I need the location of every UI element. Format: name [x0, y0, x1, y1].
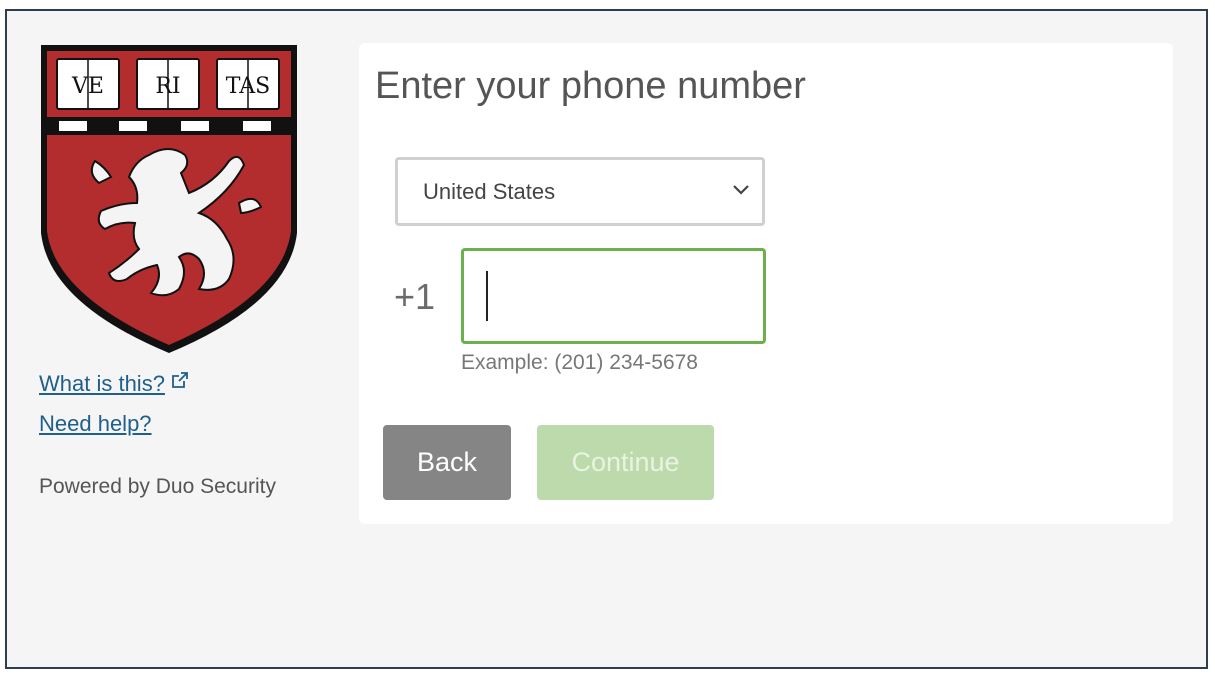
logo-text-tas: TAS — [226, 74, 270, 99]
logo-text-ri: RI — [155, 74, 180, 99]
continue-button[interactable]: Continue — [537, 425, 714, 500]
phone-example-hint: Example: (201) 234-5678 — [461, 351, 698, 374]
country-code-prefix: +1 — [394, 276, 436, 317]
need-help-link[interactable]: Need help? — [39, 411, 152, 437]
enrollment-card: Enter your phone number United States +1… — [359, 43, 1173, 524]
country-select-value: United States — [423, 179, 556, 204]
chevron-down-icon — [733, 185, 749, 195]
external-link-icon — [172, 372, 188, 388]
page-title: Enter your phone number — [375, 65, 806, 107]
harvard-shield-logo: VE RI TAS — [41, 45, 297, 353]
logo-text-ve: VE — [71, 74, 104, 99]
duo-frame: VE RI TAS What is this? Need help? Power… — [5, 9, 1208, 669]
country-select[interactable]: United States — [395, 157, 765, 226]
phone-number-input[interactable] — [461, 248, 766, 344]
what-is-this-label: What is this? — [39, 371, 165, 396]
powered-by-text: Powered by Duo Security — [39, 475, 276, 498]
back-button[interactable]: Back — [383, 425, 511, 500]
what-is-this-link[interactable]: What is this? — [39, 371, 189, 397]
text-caret — [486, 271, 488, 321]
